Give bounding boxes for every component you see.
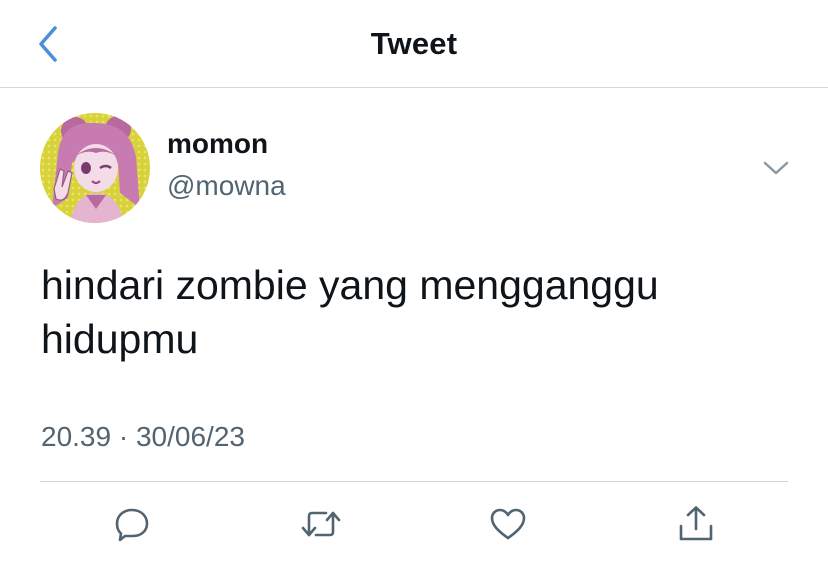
reply-icon: [115, 508, 149, 542]
reply-button[interactable]: [110, 502, 154, 546]
like-button[interactable]: [486, 502, 530, 546]
display-name[interactable]: momon: [167, 128, 268, 160]
page-title: Tweet: [370, 26, 458, 61]
chevron-down-icon: [763, 161, 789, 175]
retweet-icon: [301, 511, 341, 537]
tweet-timestamp: 20.39 · 30/06/23: [41, 421, 245, 453]
retweet-button[interactable]: [299, 502, 343, 546]
heart-icon: [490, 508, 526, 540]
anime-girl-avatar: [40, 113, 150, 223]
username-handle[interactable]: @mowna: [167, 170, 286, 202]
meta-separator: ·: [118, 421, 129, 452]
tweet-text-line: hindari zombie yang mengganggu: [41, 262, 659, 308]
more-options-button[interactable]: [756, 150, 796, 186]
share-icon: [679, 506, 713, 541]
avatar[interactable]: [40, 113, 150, 223]
tweet-time: 20.39: [41, 421, 112, 452]
top-bar: Tweet: [0, 0, 828, 88]
divider: [40, 481, 788, 482]
tweet-text-line: hidupmu: [41, 316, 199, 362]
share-button[interactable]: [674, 502, 718, 546]
tweet-date: 30/06/23: [135, 421, 245, 452]
tweet-text: hindari zombie yang mengganggu hidupmu: [41, 258, 781, 366]
